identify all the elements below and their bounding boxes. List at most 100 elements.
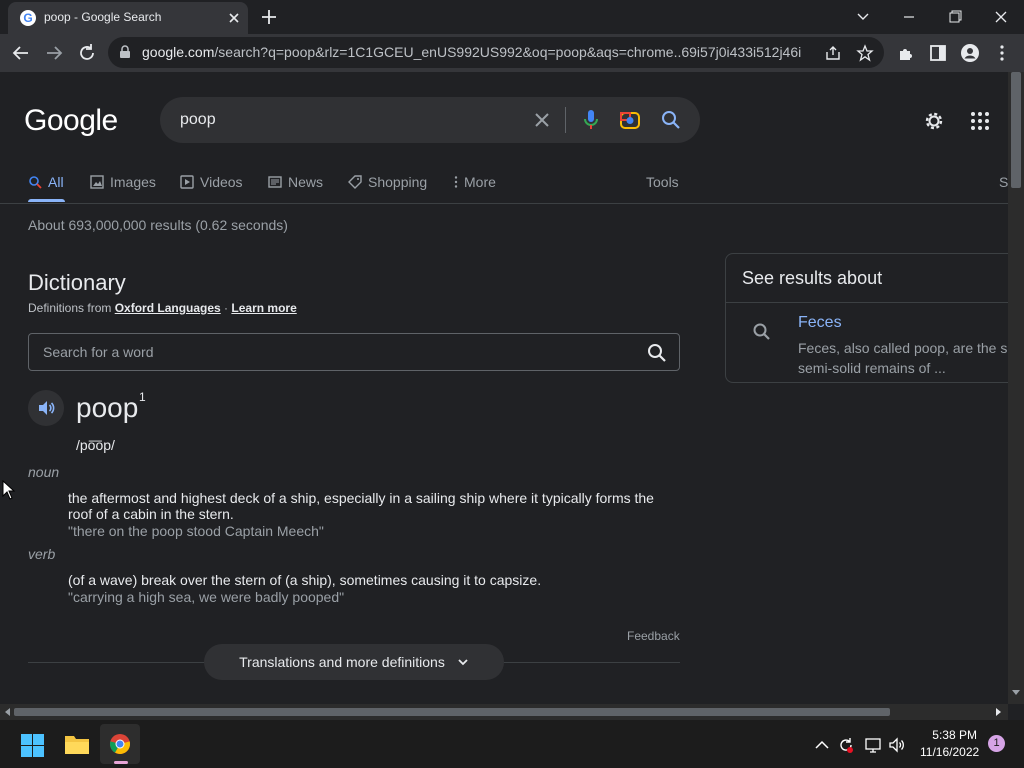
search-icon[interactable] (646, 342, 668, 364)
gear-icon[interactable] (922, 109, 946, 133)
panel-heading: See results about (742, 268, 883, 288)
scroll-down-arrow-icon[interactable] (1012, 688, 1020, 696)
clock-date[interactable]: 11/16/2022 (920, 745, 979, 759)
url-path: /search?q=poop&rlz=1C1GCEU_enUS992US992&… (214, 44, 802, 60)
file-explorer-icon[interactable] (64, 733, 90, 755)
nav-divider (0, 203, 1008, 204)
more-definitions-label: Translations and more definitions (239, 654, 445, 670)
extensions-icon[interactable] (895, 42, 917, 64)
tab-news[interactable]: News (268, 172, 323, 192)
restore-button[interactable] (940, 4, 970, 30)
image-icon (90, 175, 104, 189)
safesearch-label: S (999, 174, 1008, 190)
tab-shopping[interactable]: Shopping (348, 172, 427, 192)
see-results-about-panel: See results about Feces Feces, also call… (725, 253, 1008, 383)
video-icon (180, 175, 194, 189)
vertical-scrollbar-thumb[interactable] (1011, 72, 1021, 188)
more-definitions-button[interactable]: Translations and more definitions (204, 644, 504, 680)
tab-videos-label: Videos (200, 174, 243, 190)
part-of-speech-noun: noun (28, 464, 60, 480)
feedback-link[interactable]: Feedback (627, 629, 680, 643)
definition-verb: (of a wave) break over the stern of (a s… (68, 572, 542, 588)
reload-icon[interactable] (76, 42, 98, 64)
tab-images-label: Images (110, 174, 156, 190)
side-panel-icon[interactable] (927, 42, 949, 64)
chrome-taskbar-button[interactable] (100, 724, 140, 764)
search-icon (29, 176, 42, 189)
search-box[interactable]: poop (160, 97, 700, 143)
search-input[interactable]: poop (180, 111, 216, 129)
close-icon[interactable] (532, 110, 552, 130)
bookmark-star-icon[interactable] (856, 44, 874, 62)
learn-more-link[interactable]: Learn more (231, 301, 296, 315)
dictionary-search-field[interactable]: Search for a word (28, 333, 680, 371)
news-icon (268, 176, 282, 188)
oxford-languages-link[interactable]: Oxford Languages (115, 301, 221, 315)
example-verb: "carrying a high sea, we were badly poop… (68, 589, 345, 605)
headword-superscript: 1 (139, 390, 146, 404)
tab-videos[interactable]: Videos (180, 172, 243, 192)
vertical-scrollbar[interactable] (1008, 72, 1024, 704)
network-icon[interactable] (864, 736, 882, 754)
windows-taskbar: 5:38 PM 11/16/2022 1 (0, 720, 1024, 768)
panel-snippet: Feces, also called poop, are the s or se… (798, 340, 1008, 376)
minimize-button[interactable] (894, 4, 924, 30)
pronunciation: /po͞op/ (76, 437, 115, 453)
close-icon[interactable] (224, 8, 244, 28)
profile-icon[interactable] (959, 42, 981, 64)
sync-icon[interactable] (837, 736, 855, 754)
apps-grid-icon[interactable] (970, 111, 990, 131)
safesearch-label-cut[interactable]: S (999, 172, 1008, 192)
share-icon[interactable] (824, 44, 842, 62)
active-tab-indicator (28, 199, 65, 202)
tab-news-label: News (288, 174, 324, 190)
lock-icon[interactable] (118, 45, 132, 59)
scroll-left-arrow-icon[interactable] (4, 708, 12, 716)
chevron-up-icon[interactable] (813, 736, 831, 754)
pronunciation-audio-button[interactable] (28, 390, 64, 426)
dictionary-search-placeholder: Search for a word (43, 344, 154, 360)
tab-strip: G poop - Google Search (0, 0, 1024, 34)
google-favicon-icon: G (20, 10, 36, 26)
tab-all[interactable]: All (28, 172, 64, 192)
search-box-divider (565, 107, 566, 133)
tab-more[interactable]: More (452, 172, 496, 192)
clock-time[interactable]: 5:38 PM (932, 728, 977, 742)
tab-search-icon[interactable] (848, 4, 878, 30)
forward-arrow-icon[interactable] (43, 42, 65, 64)
address-bar[interactable]: google.com/search?q=poop&rlz=1C1GCEU_enU… (108, 37, 884, 68)
google-logo[interactable]: Google (24, 104, 118, 138)
tab-images[interactable]: Images (90, 172, 156, 192)
horizontal-scrollbar-thumb[interactable] (14, 708, 890, 716)
headword: poop (76, 392, 139, 423)
mic-icon[interactable] (580, 108, 602, 132)
menu-dots-icon[interactable] (991, 42, 1013, 64)
chrome-icon (109, 734, 131, 755)
search-icon (753, 323, 770, 340)
search-icon[interactable] (660, 109, 682, 131)
windows-start-icon[interactable] (21, 734, 44, 757)
new-tab-button[interactable] (258, 6, 280, 28)
feces-link[interactable]: Feces (798, 314, 842, 332)
camera-icon[interactable] (619, 109, 641, 131)
panel-divider (726, 302, 1008, 303)
back-arrow-icon[interactable] (10, 42, 32, 64)
tab-all-label: All (48, 174, 64, 190)
source-separator: · (220, 301, 232, 315)
volume-icon[interactable] (888, 736, 906, 754)
tag-icon (348, 175, 362, 189)
scroll-right-arrow-icon[interactable] (994, 708, 1002, 716)
url-text: google.com/search?q=poop&rlz=1C1GCEU_enU… (142, 44, 802, 60)
tab-more-label: More (464, 174, 496, 190)
browser-tab[interactable]: G poop - Google Search (8, 2, 248, 34)
tools-button[interactable]: Tools (646, 172, 679, 192)
chevron-down-icon (458, 659, 468, 666)
example-noun: "there on the poop stood Captain Meech" (68, 523, 324, 539)
window-close-button[interactable] (986, 4, 1016, 30)
source-prefix: Definitions from (28, 301, 115, 315)
horizontal-scrollbar[interactable] (0, 704, 1008, 720)
notification-badge[interactable]: 1 (988, 735, 1005, 752)
definition-noun: the aftermost and highest deck of a ship… (68, 490, 654, 522)
dictionary-title: Dictionary (28, 270, 126, 295)
mouse-pointer-icon (2, 480, 16, 500)
